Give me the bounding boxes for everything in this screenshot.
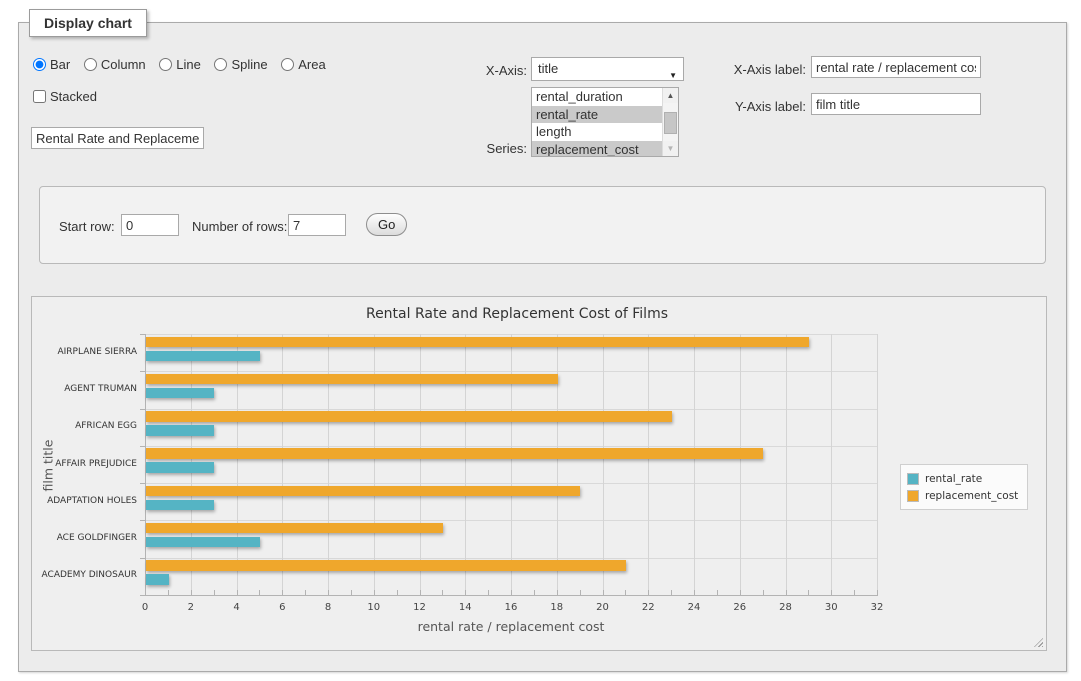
legend-item-rental_rate[interactable]: rental_rate (907, 470, 1018, 487)
number-of-rows-label: Number of rows: (192, 219, 287, 234)
stacked-row: Stacked (33, 89, 97, 104)
x-axis-tick-label: 12 (405, 602, 435, 613)
series-option-length[interactable]: length (532, 123, 662, 141)
row-range-panel: Start row: Number of rows: Go (39, 186, 1046, 264)
x-axis-tick-label: 30 (816, 602, 846, 613)
x-axis-tick-label: 26 (725, 602, 755, 613)
scrollbar-up-arrow-icon[interactable]: ▲ (663, 88, 678, 103)
bar-replacement_cost (146, 411, 672, 422)
grid-line-vertical (831, 334, 832, 595)
legend-swatch-rental_rate (907, 473, 919, 485)
bar-replacement_cost (146, 486, 580, 497)
stacked-checkbox-label[interactable]: Stacked (33, 89, 97, 104)
bar-replacement_cost (146, 560, 626, 571)
chart-resize-handle[interactable] (1034, 638, 1043, 647)
grid-line-vertical (648, 334, 649, 595)
series-options: rental_durationrental_ratelengthreplacem… (532, 88, 662, 156)
radio-bar-input[interactable] (33, 58, 46, 71)
x-axis-select-label: X-Axis: (439, 63, 527, 78)
bar-rental_rate (146, 537, 260, 548)
x-axis-tick-label: 8 (313, 602, 343, 613)
x-axis-label-field-label: X-Axis label: (709, 62, 806, 77)
chart-title-input[interactable] (31, 127, 204, 149)
x-axis-tick-label: 6 (267, 602, 297, 613)
y-axis-label-field-label: Y-Axis label: (709, 99, 806, 114)
chart-type-radio-group: Bar Column Line Spline Area (33, 57, 336, 72)
x-axis-tick-label: 14 (450, 602, 480, 613)
series-multiselect: rental_durationrental_ratelengthreplacem… (531, 87, 679, 157)
radio-area-input[interactable] (281, 58, 294, 71)
legend-item-replacement_cost[interactable]: replacement_cost (907, 487, 1018, 504)
grid-line-vertical (877, 334, 878, 595)
chart-x-axis-title: rental rate / replacement cost (145, 619, 877, 634)
chart-title: Rental Rate and Replacement Cost of Film… (32, 306, 1002, 322)
x-axis-tick-label: 0 (130, 602, 160, 613)
y-axis-category-label: ACE GOLDFINGER (27, 533, 137, 543)
x-axis-tick-label: 28 (771, 602, 801, 613)
fieldset-legend: Display chart (29, 9, 147, 37)
bar-replacement_cost (146, 523, 443, 534)
x-axis-tick-label: 16 (496, 602, 526, 613)
bar-rental_rate (146, 500, 214, 511)
y-axis-category-label: AIRPLANE SIERRA (27, 347, 137, 357)
scrollbar-down-arrow-icon[interactable]: ▼ (663, 141, 678, 156)
x-axis-selected-value: title (538, 61, 558, 76)
x-axis-line (145, 595, 878, 596)
start-row-label: Start row: (59, 219, 115, 234)
grid-line-vertical (603, 334, 604, 595)
y-axis-label-input[interactable] (811, 93, 981, 115)
x-axis-select[interactable]: title ▼ (531, 57, 684, 81)
bar-rental_rate (146, 388, 214, 399)
series-option-rental_duration[interactable]: rental_duration (532, 88, 662, 106)
x-axis-tick-label: 2 (176, 602, 206, 613)
legend-label: rental_rate (925, 473, 982, 485)
bar-rental_rate (146, 425, 214, 436)
bar-rental_rate (146, 351, 260, 362)
display-chart-fieldset: Display chart Bar Column Line Spline Are… (18, 22, 1067, 672)
x-axis-tick-label: 18 (542, 602, 572, 613)
bar-rental_rate (146, 462, 214, 473)
legend-label: replacement_cost (925, 490, 1018, 502)
go-button[interactable]: Go (366, 213, 407, 236)
grid-line-vertical (740, 334, 741, 595)
bar-rental_rate (146, 574, 169, 585)
legend-swatch-replacement_cost (907, 490, 919, 502)
radio-bar[interactable]: Bar (33, 57, 70, 72)
series-scrollbar[interactable]: ▲ ▼ (662, 88, 678, 156)
grid-line-vertical (694, 334, 695, 595)
radio-column[interactable]: Column (84, 57, 146, 72)
radio-line[interactable]: Line (159, 57, 201, 72)
scrollbar-thumb[interactable] (664, 112, 677, 134)
x-axis-label-input[interactable] (811, 56, 981, 78)
x-axis-tick-label: 10 (359, 602, 389, 613)
chart: Rental Rate and Replacement Cost of Film… (31, 296, 1047, 651)
select-dropdown-arrow-icon: ▼ (669, 65, 677, 87)
series-option-replacement_cost[interactable]: replacement_cost (532, 141, 662, 158)
y-axis-category-label: AGENT TRUMAN (27, 384, 137, 394)
radio-column-input[interactable] (84, 58, 97, 71)
stacked-checkbox[interactable] (33, 90, 46, 103)
y-axis-category-label: ADAPTATION HOLES (27, 496, 137, 506)
y-axis-category-label: AFFAIR PREJUDICE (27, 459, 137, 469)
y-axis-category-label: ACADEMY DINOSAUR (27, 570, 137, 580)
chart-legend: rental_rate replacement_cost (900, 464, 1028, 510)
series-option-rental_rate[interactable]: rental_rate (532, 106, 662, 124)
y-axis-category-label: AFRICAN EGG (27, 421, 137, 431)
x-axis-tick-label: 24 (679, 602, 709, 613)
number-of-rows-input[interactable] (288, 214, 346, 236)
series-select-label: Series: (439, 141, 527, 156)
radio-spline[interactable]: Spline (214, 57, 267, 72)
x-axis-tick-label: 32 (862, 602, 892, 613)
x-axis-tick-label: 20 (588, 602, 618, 613)
radio-line-input[interactable] (159, 58, 172, 71)
bar-replacement_cost (146, 337, 809, 348)
x-axis-tick-label: 22 (633, 602, 663, 613)
radio-area[interactable]: Area (281, 57, 325, 72)
x-axis-tick-label: 4 (222, 602, 252, 613)
bar-replacement_cost (146, 448, 763, 459)
bar-replacement_cost (146, 374, 558, 385)
grid-line-vertical (786, 334, 787, 595)
radio-spline-input[interactable] (214, 58, 227, 71)
start-row-input[interactable] (121, 214, 179, 236)
